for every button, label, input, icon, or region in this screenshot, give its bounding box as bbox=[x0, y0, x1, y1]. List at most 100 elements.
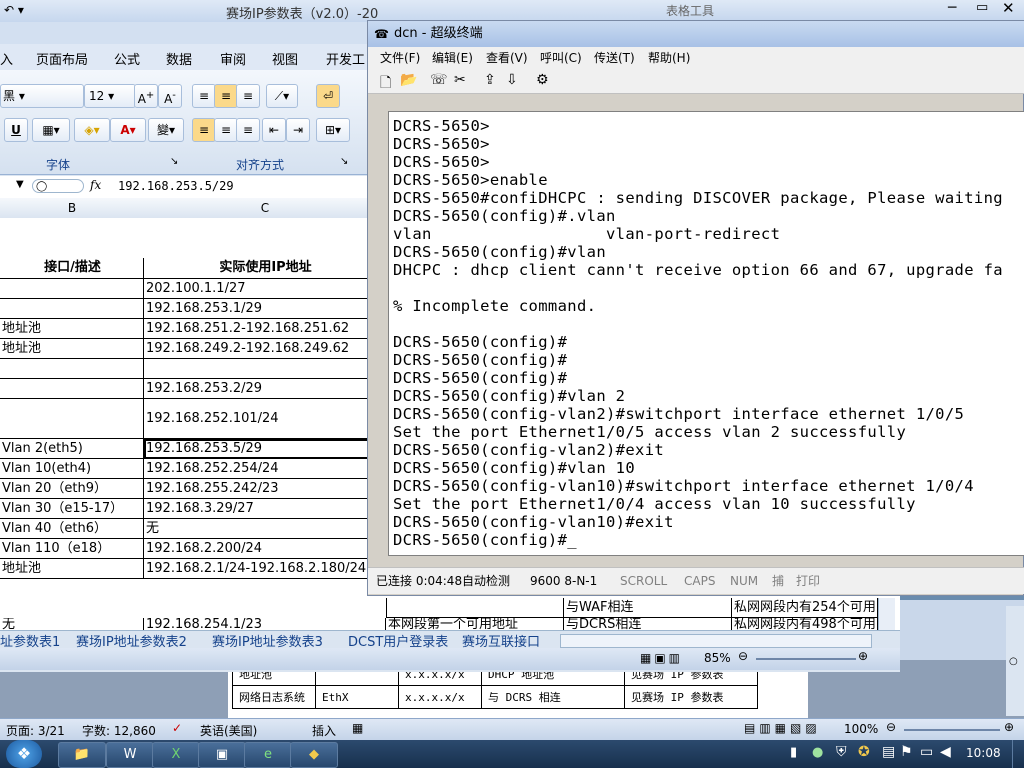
word-task-icon[interactable]: W bbox=[106, 742, 154, 768]
table-cell[interactable]: 地址池 bbox=[0, 339, 144, 359]
minimize-icon[interactable]: ─ bbox=[948, 0, 956, 16]
tray-shield-icon[interactable]: ⛨ bbox=[836, 744, 847, 760]
table-cell[interactable]: Vlan 40（eth6） bbox=[0, 519, 144, 539]
menu-edit[interactable]: 编辑(E) bbox=[432, 47, 473, 69]
zoom-in-icon[interactable]: ⊕ bbox=[1004, 720, 1014, 734]
table-cell[interactable]: Vlan 110（e18） bbox=[0, 539, 144, 559]
orientation-icon[interactable]: ⟋▾ bbox=[266, 84, 298, 108]
fill-color-icon[interactable]: ◈▾ bbox=[74, 118, 110, 142]
receive-icon[interactable]: ⇩ bbox=[506, 72, 518, 88]
function-icon[interactable]: fx bbox=[90, 178, 101, 192]
clock[interactable]: 10:08 bbox=[966, 746, 1001, 760]
tab-formulas[interactable]: 公式 bbox=[114, 49, 140, 68]
align-center-icon[interactable]: ≡ bbox=[214, 118, 238, 142]
table-cell[interactable]: 私网网段内有254个可用 bbox=[732, 598, 878, 618]
underline-button[interactable]: U bbox=[4, 118, 28, 142]
header-cell-ip[interactable]: 实际使用IP地址 bbox=[144, 258, 386, 279]
menu-file[interactable]: 文件(F) bbox=[380, 47, 420, 69]
table-cell[interactable] bbox=[0, 299, 144, 319]
align-right-icon[interactable]: ≡ bbox=[236, 118, 260, 142]
table-cell[interactable]: 192.168.252.101/24 bbox=[144, 399, 386, 439]
align-left-icon[interactable]: ≡ bbox=[192, 118, 216, 142]
table-cell[interactable]: Vlan 2(eth5) bbox=[0, 439, 144, 459]
menu-help[interactable]: 帮助(H) bbox=[648, 47, 690, 69]
horizontal-scrollbar[interactable] bbox=[560, 634, 872, 648]
align-middle-icon[interactable]: ≡ bbox=[214, 84, 238, 108]
start-button[interactable]: ❖ bbox=[6, 740, 42, 768]
word-count[interactable]: 字数: 12,860 bbox=[82, 722, 156, 739]
tab-data[interactable]: 数据 bbox=[166, 49, 192, 68]
disconnect-icon[interactable]: ✂ bbox=[454, 72, 466, 88]
terminal-app-icon[interactable]: ☎ bbox=[374, 21, 389, 47]
terminal-title-bar[interactable]: ☎ dcn - 超级终端 bbox=[368, 21, 1024, 47]
view-layout-icon[interactable]: ▦▣▥ bbox=[640, 651, 683, 665]
table-cell[interactable]: 192.168.2.1/24-192.168.2.180/24 bbox=[144, 559, 386, 579]
tray-volume-icon[interactable]: ◀ bbox=[940, 744, 951, 760]
close-icon[interactable]: ✕ bbox=[1002, 0, 1015, 17]
phone-icon[interactable]: ☏ bbox=[430, 72, 448, 88]
table-cell[interactable]: 地址池 bbox=[0, 559, 144, 579]
border-icon[interactable]: ▦▾ bbox=[32, 118, 70, 142]
formula-input[interactable]: 192.168.253.5/29 bbox=[118, 179, 234, 193]
table-cell[interactable]: 192.168.3.29/27 bbox=[144, 499, 386, 519]
font-name-select[interactable]: 黑 ▾ bbox=[0, 84, 84, 108]
table-cell[interactable]: 192.168.252.254/24 bbox=[144, 459, 386, 479]
explorer-task-icon[interactable]: 📁 bbox=[58, 742, 106, 768]
tray-doc-icon[interactable]: ▤ bbox=[882, 744, 895, 760]
excel-task-icon[interactable]: X bbox=[152, 742, 200, 768]
table-cell[interactable]: 192.168.255.242/23 bbox=[144, 479, 386, 499]
tray-ime-icon[interactable]: ✪ bbox=[858, 744, 870, 760]
table-cell[interactable]: 192.168.2.200/24 bbox=[144, 539, 386, 559]
table-cell[interactable]: 192.168.253.2/29 bbox=[144, 379, 386, 399]
open-icon[interactable]: 📂 bbox=[400, 72, 417, 88]
table-cell[interactable] bbox=[0, 379, 144, 399]
table-cell[interactable]: Vlan 20（eth9） bbox=[0, 479, 144, 499]
header-cell-interface[interactable]: 接口/描述 bbox=[0, 258, 144, 279]
language-indicator[interactable]: 英语(美国) bbox=[200, 722, 257, 739]
menu-view[interactable]: 查看(V) bbox=[486, 47, 528, 69]
table-cell[interactable] bbox=[0, 399, 144, 439]
tab-insert[interactable]: 入 bbox=[0, 49, 13, 68]
terminal-screen[interactable]: DCRS-5650> DCRS-5650> DCRS-5650> DCRS-56… bbox=[388, 111, 1024, 556]
scroll-icon[interactable]: ○ bbox=[1009, 656, 1018, 667]
align-top-icon[interactable]: ≡ bbox=[192, 84, 216, 108]
properties-icon[interactable]: ⚙ bbox=[536, 72, 549, 88]
send-icon[interactable]: ⇪ bbox=[484, 72, 496, 88]
macro-icon[interactable]: ▦ bbox=[352, 721, 363, 735]
new-icon[interactable]: 🗋 bbox=[380, 72, 391, 96]
page-count[interactable]: 页面: 3/21 bbox=[6, 722, 65, 739]
view-buttons-icon[interactable]: ▤▥▦▧▨ bbox=[744, 721, 821, 735]
table-cell[interactable]: Vlan 10(eth4) bbox=[0, 459, 144, 479]
table-cell[interactable]: 192.168.251.2-192.168.251.62 bbox=[144, 319, 386, 339]
table-cell[interactable]: Vlan 30（e15-17） bbox=[0, 499, 144, 519]
tab-review[interactable]: 审阅 bbox=[220, 49, 246, 68]
align-bottom-icon[interactable]: ≡ bbox=[236, 84, 260, 108]
excel-zoom-in-icon[interactable]: ⊕ bbox=[858, 649, 868, 663]
table-cell[interactable]: 202.100.1.1/27 bbox=[144, 279, 386, 299]
zoom-out-icon[interactable]: ⊖ bbox=[886, 720, 896, 734]
decrease-indent-icon[interactable]: ⇤ bbox=[262, 118, 286, 142]
tray-network-icon[interactable]: ● bbox=[812, 745, 823, 760]
font-dialog-launcher-icon[interactable]: ↘ bbox=[170, 156, 178, 167]
menu-transfer[interactable]: 传送(T) bbox=[594, 47, 635, 69]
align-dialog-launcher-icon[interactable]: ↘ bbox=[340, 156, 348, 167]
merge-cells-icon[interactable]: ⊞▾ bbox=[316, 118, 350, 142]
tray-film-icon[interactable]: ▮ bbox=[790, 745, 797, 760]
font-size-select[interactable]: 12 ▾ bbox=[84, 84, 136, 108]
column-header-b[interactable]: B bbox=[0, 198, 145, 219]
menu-call[interactable]: 呼叫(C) bbox=[540, 47, 582, 69]
excel-zoom-out-icon[interactable]: ⊖ bbox=[738, 649, 748, 663]
table-cell[interactable]: 与WAF相连 bbox=[564, 598, 732, 618]
show-desktop-button[interactable] bbox=[1012, 740, 1024, 768]
table-cell[interactable]: 地址池 bbox=[0, 319, 144, 339]
font-color-icon[interactable]: A▾ bbox=[110, 118, 146, 142]
tab-view[interactable]: 视图 bbox=[272, 49, 298, 68]
table-cell[interactable]: 无 bbox=[144, 519, 386, 539]
app-task-icon[interactable]: ◆ bbox=[290, 742, 338, 768]
column-header-c[interactable]: C bbox=[144, 198, 387, 219]
selected-cell[interactable]: 192.168.253.5/29 bbox=[144, 439, 386, 459]
phonetic-icon[interactable]: 變▾ bbox=[148, 118, 184, 142]
table-cell[interactable]: 192.168.249.2-192.168.249.62 bbox=[144, 339, 386, 359]
maximize-icon[interactable]: ▭ bbox=[976, 0, 988, 15]
table-cell[interactable] bbox=[144, 359, 386, 379]
